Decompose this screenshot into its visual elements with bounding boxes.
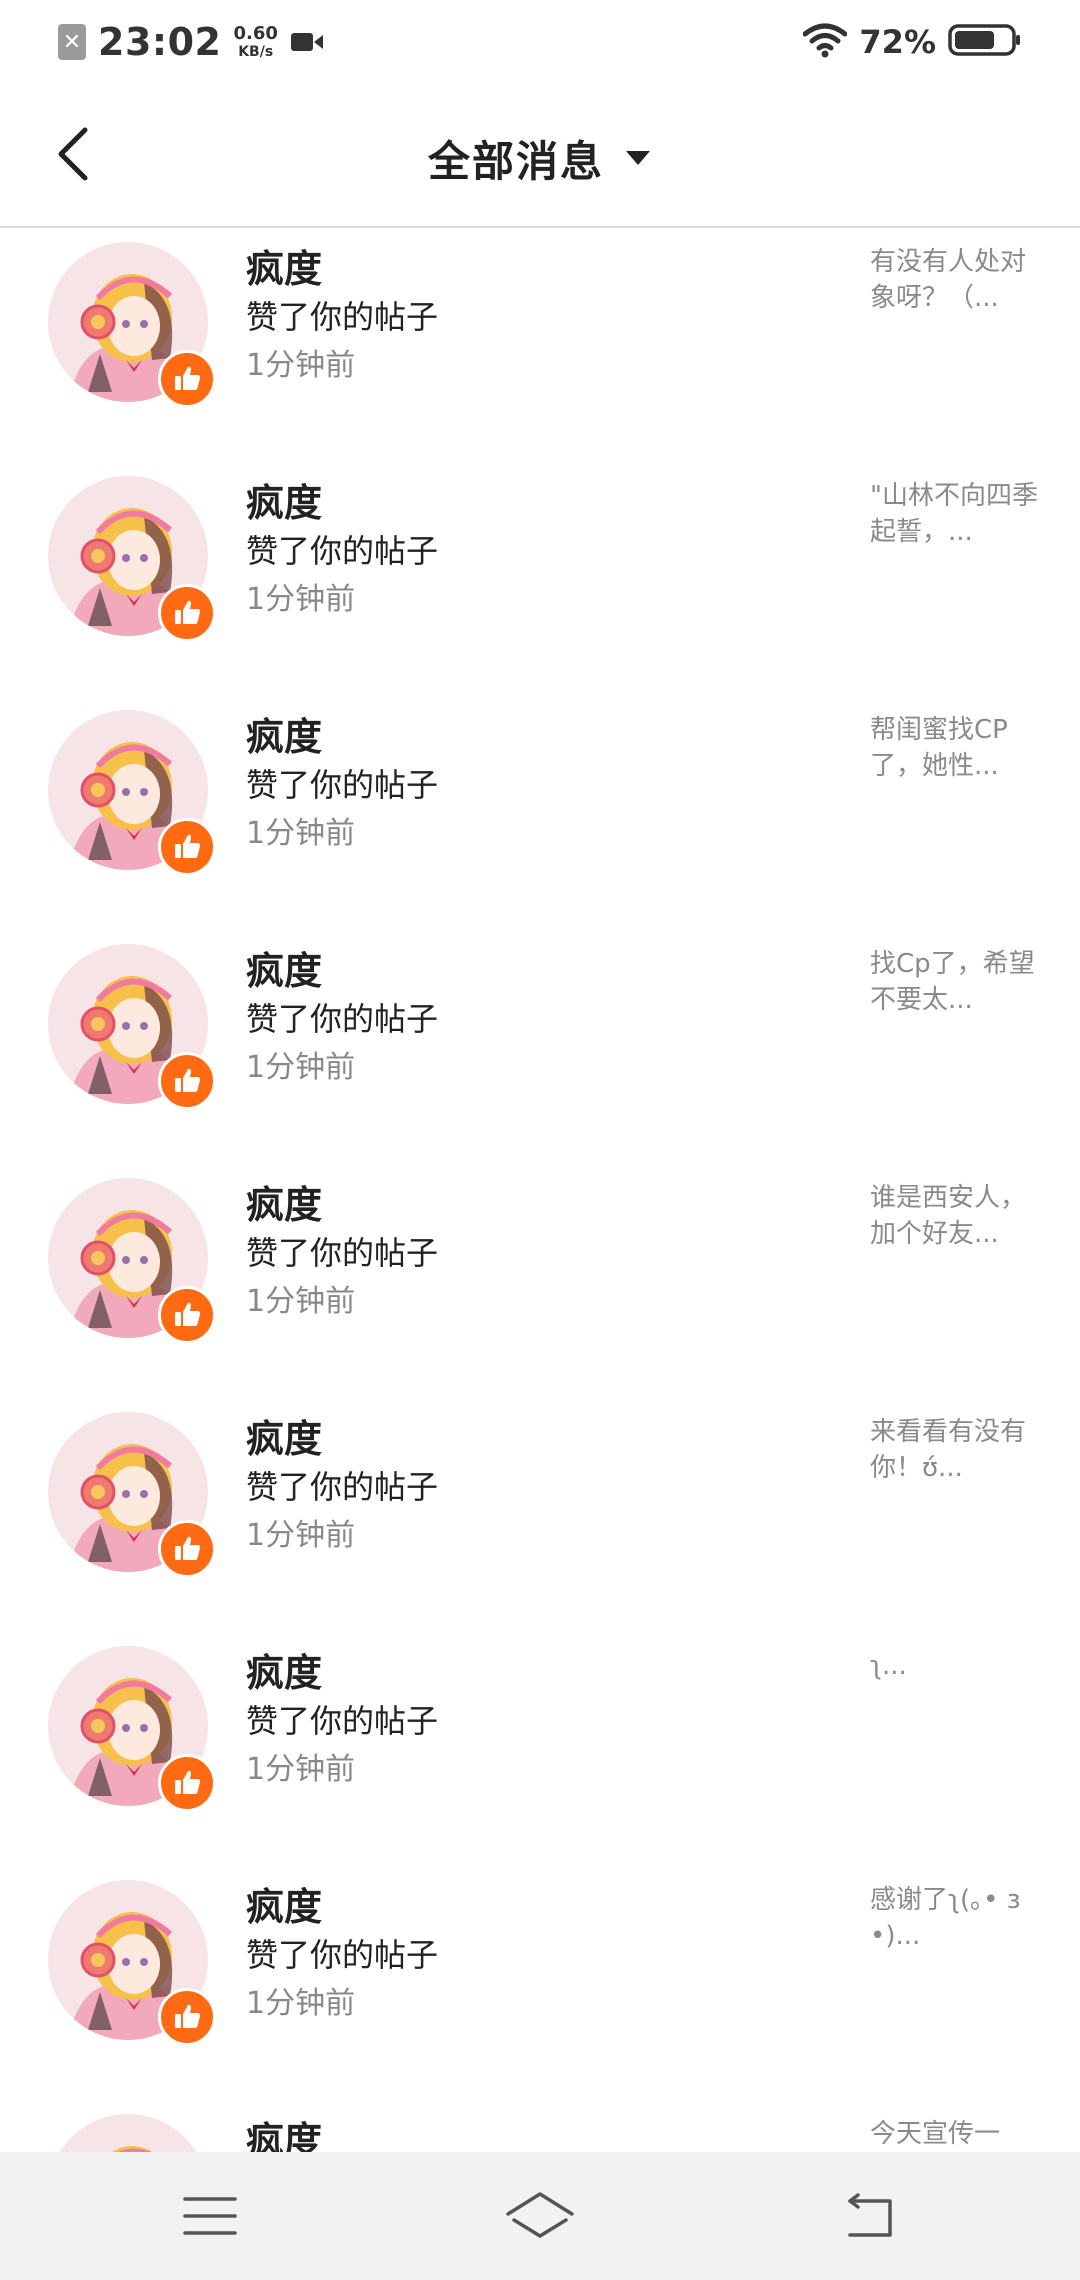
avatar[interactable]	[48, 1646, 216, 1812]
home-button[interactable]	[500, 2182, 580, 2250]
sim-off-icon: ✕	[58, 24, 86, 60]
message-list[interactable]: 疯度 赞了你的帖子 1分钟前 有没有人处对象呀？（... 疯度 赞了你的帖子 1分钟前 "山林…	[0, 228, 1080, 2152]
message-timestamp: 1分钟前	[246, 1518, 356, 1553]
message-item[interactable]: 疯度赞了你的帖子 1分钟前 谁是西安人，加个好友...	[0, 1164, 1080, 1398]
post-preview[interactable]: 来看看有没有你！ʊ́...	[870, 1414, 1040, 1486]
message-timestamp: 1分钟前	[246, 816, 356, 851]
message-item[interactable]: 疯度赞了你的帖子 1分钟前 帮闺蜜找CP了，她性...	[0, 696, 1080, 930]
message-sender-name[interactable]: 疯度	[246, 1408, 322, 1463]
post-preview[interactable]: 感谢了ʅ(｡• з•)...	[870, 1882, 1040, 1954]
message-action-text: 赞了你的帖子	[246, 298, 439, 336]
message-item[interactable]: 疯度赞了你的帖子 1分钟前 "山林不向四季起誓，...	[0, 462, 1080, 696]
message-item[interactable]: 疯度赞了你的帖子 1分钟前 感谢了ʅ(｡• з•)...	[0, 1866, 1080, 2100]
avatar-image	[48, 2114, 208, 2152]
post-preview[interactable]: 谁是西安人，加个好友...	[870, 1180, 1040, 1252]
message-action-text: 赞了你的帖子	[246, 766, 439, 804]
message-item[interactable]: 疯度赞了你的帖子 1分钟前 找Cp了，希望不要太...	[0, 930, 1080, 1164]
video-record-icon	[290, 30, 324, 54]
post-preview[interactable]: 今天宣传一	[870, 2116, 1040, 2152]
battery-fill	[955, 31, 994, 49]
battery-icon	[948, 23, 1022, 61]
thumbs-up-icon	[158, 1286, 216, 1344]
status-bar-left: ✕ 23:02 0.60 KB/s	[58, 16, 324, 68]
message-action-text: 赞了你的帖子	[246, 1000, 439, 1038]
message-item[interactable]: 疯度 今天宣传一	[0, 2100, 1080, 2152]
post-preview[interactable]: 有没有人处对象呀？（...	[870, 244, 1040, 316]
post-preview[interactable]: "山林不向四季起誓，...	[870, 478, 1040, 550]
wifi-icon	[802, 22, 848, 62]
caret-down-icon	[626, 151, 650, 165]
thumbs-up-icon	[158, 1520, 216, 1578]
status-time: 23:02	[98, 20, 222, 64]
message-sender-name[interactable]: 疯度	[246, 706, 322, 761]
avatar[interactable]	[48, 2114, 208, 2152]
message-item[interactable]: 疯度赞了你的帖子 1分钟前 有没有人处对象呀？（...	[0, 228, 1080, 462]
avatar[interactable]	[48, 1880, 216, 2046]
message-sender-name[interactable]: 疯度	[246, 1174, 322, 1229]
message-item[interactable]: 疯度赞了你的帖子 1分钟前 ʅ...	[0, 1632, 1080, 1866]
status-bar: ✕ 23:02 0.60 KB/s 72%	[0, 0, 1080, 84]
message-sender-name[interactable]: 疯度	[246, 238, 322, 293]
message-sender-name[interactable]: 疯度	[246, 1642, 322, 1697]
avatar[interactable]	[48, 710, 216, 876]
thumbs-up-icon	[158, 818, 216, 876]
message-action-text: 赞了你的帖子	[246, 1936, 439, 1974]
status-bar-right: 72%	[802, 16, 1022, 68]
message-item[interactable]: 疯度赞了你的帖子 1分钟前 来看看有没有你！ʊ́...	[0, 1398, 1080, 1632]
message-timestamp: 1分钟前	[246, 1986, 356, 2021]
menu-button[interactable]	[170, 2182, 250, 2250]
message-timestamp: 1分钟前	[246, 1284, 356, 1319]
system-nav-bar	[0, 2152, 1080, 2280]
avatar[interactable]	[48, 1412, 216, 1578]
post-preview[interactable]: 找Cp了，希望不要太...	[870, 946, 1040, 1018]
message-timestamp: 1分钟前	[246, 1752, 356, 1787]
message-action-text: 赞了你的帖子	[246, 1702, 439, 1740]
network-speed-value: 0.60	[233, 23, 278, 44]
back-icon	[848, 2193, 892, 2237]
avatar[interactable]	[48, 1178, 216, 1344]
thumbs-up-icon	[158, 350, 216, 408]
message-timestamp: 1分钟前	[246, 1050, 356, 1085]
thumbs-up-icon	[158, 584, 216, 642]
avatar[interactable]	[48, 242, 216, 408]
message-filter-dropdown[interactable]: 全部消息	[0, 128, 1080, 188]
message-action-text: 赞了你的帖子	[246, 1234, 439, 1272]
page-title: 全部消息	[427, 136, 604, 186]
message-sender-name[interactable]: 疯度	[246, 940, 322, 995]
post-preview[interactable]: ʅ...	[870, 1648, 1040, 1684]
thumbs-up-icon	[158, 1754, 216, 1812]
message-timestamp: 1分钟前	[246, 348, 356, 383]
message-action-text: 赞了你的帖子	[246, 532, 439, 570]
thumbs-up-icon	[158, 1052, 216, 1110]
network-speed: 0.60 KB/s	[233, 23, 278, 60]
thumbs-up-icon	[158, 1988, 216, 2046]
menu-icon	[183, 2197, 237, 2235]
message-sender-name[interactable]: 疯度	[246, 1876, 322, 1931]
message-timestamp: 1分钟前	[246, 582, 356, 617]
avatar[interactable]	[48, 944, 216, 1110]
header: 全部消息	[0, 84, 1080, 228]
message-action-text: 赞了你的帖子	[246, 1468, 439, 1506]
system-back-button[interactable]	[830, 2182, 910, 2250]
post-preview[interactable]: 帮闺蜜找CP了，她性...	[870, 712, 1040, 784]
network-speed-unit: KB/s	[238, 44, 274, 60]
home-icon	[506, 2192, 574, 2238]
battery-percent: 72%	[859, 23, 936, 61]
avatar[interactable]	[48, 476, 216, 642]
message-sender-name[interactable]: 疯度	[246, 472, 322, 527]
message-sender-name[interactable]: 疯度	[246, 2110, 322, 2152]
